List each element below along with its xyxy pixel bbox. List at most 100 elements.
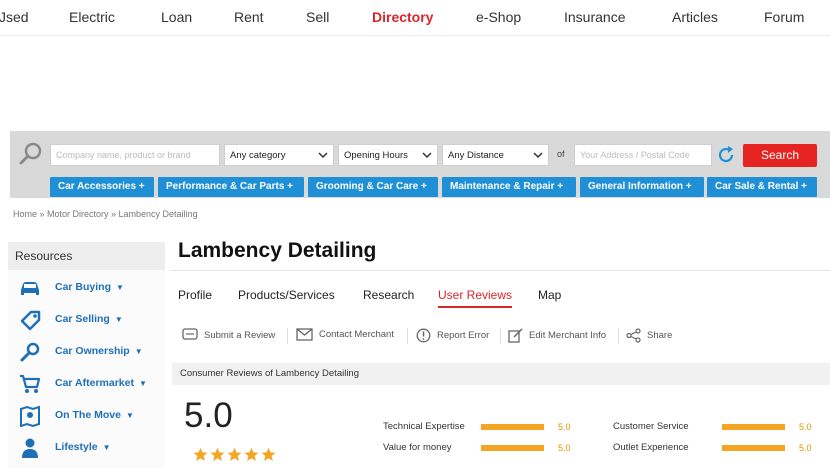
category-car-sale-rental[interactable]: Car Sale & Rental + xyxy=(707,177,817,197)
star-icon xyxy=(261,447,276,461)
metric-value: 5.0 xyxy=(799,422,812,432)
person-icon xyxy=(22,438,38,458)
reviews-heading: Consumer Reviews of Lambency Detailing xyxy=(172,363,830,385)
sidebar-heading: Resources xyxy=(8,242,165,270)
star-icon xyxy=(244,447,259,461)
chevron-down-icon xyxy=(533,152,543,159)
top-navigation: Jsed Electric Loan Rent Sell Directory e… xyxy=(0,0,830,36)
distance-select[interactable]: Any Distance xyxy=(442,144,549,166)
sidebar-item-label: Car Ownership xyxy=(55,345,130,357)
tab-user-reviews[interactable]: User Reviews xyxy=(438,288,513,308)
search-icon xyxy=(19,142,42,165)
metric-label: Customer Service xyxy=(613,421,689,432)
metric-bar xyxy=(722,424,785,430)
sidebar-item-car-selling[interactable]: Car Selling ▼ xyxy=(18,309,163,331)
directory-search-bar: Company name, product or brand Any categ… xyxy=(10,131,830,198)
refresh-icon[interactable] xyxy=(715,144,737,166)
metric-label: Outlet Experience xyxy=(613,442,689,453)
category-car-accessories[interactable]: Car Accessories + xyxy=(50,177,154,197)
page-title: Lambency Detailing xyxy=(178,239,377,262)
divider xyxy=(618,328,619,344)
breadcrumb[interactable]: Home » Motor Directory » Lambency Detail… xyxy=(13,209,198,219)
nav-eshop[interactable]: e-Shop xyxy=(476,9,521,25)
action-label: Edit Merchant Info xyxy=(529,330,607,341)
overall-score: 5.0 xyxy=(184,396,233,435)
nav-insurance[interactable]: Insurance xyxy=(564,9,625,25)
key-icon xyxy=(20,342,40,362)
sidebar-item-on-the-move[interactable]: On The Move ▼ xyxy=(18,405,163,427)
tab-map[interactable]: Map xyxy=(538,288,561,302)
divider xyxy=(287,328,288,344)
edit-merchant-info-button[interactable]: Edit Merchant Info xyxy=(508,328,606,343)
sidebar-item-car-ownership[interactable]: Car Ownership ▼ xyxy=(18,341,163,363)
map-icon xyxy=(20,405,40,427)
metric-value: 5.0 xyxy=(558,422,571,432)
opening-hours-select[interactable]: Opening Hours xyxy=(338,144,438,166)
address-input[interactable]: Your Address / Postal Code xyxy=(574,144,712,166)
metric-bar xyxy=(481,445,544,451)
car-icon xyxy=(21,282,39,295)
sidebar-item-car-buying[interactable]: Car Buying ▼ xyxy=(18,277,163,299)
nav-articles[interactable]: Articles xyxy=(672,9,718,25)
star-icon xyxy=(193,447,208,461)
sidebar-item-label: Car Aftermarket xyxy=(55,377,134,389)
merchant-actions: Submit a Review Contact Merchant Report … xyxy=(170,322,830,352)
nav-loan[interactable]: Loan xyxy=(161,9,192,25)
edit-icon xyxy=(508,328,523,343)
divider xyxy=(500,328,501,344)
search-button[interactable]: Search xyxy=(743,144,817,167)
action-label: Submit a Review xyxy=(204,329,276,341)
nav-forum[interactable]: Forum xyxy=(764,9,804,25)
action-label: Share xyxy=(647,330,673,341)
chevron-down-icon xyxy=(318,152,328,159)
sidebar-item-label: Car Buying xyxy=(55,281,112,293)
comment-icon xyxy=(182,328,198,340)
shopping-cart-icon xyxy=(20,374,41,393)
metric-bar xyxy=(722,445,785,451)
metric-bar xyxy=(481,424,544,430)
star-icon xyxy=(227,447,242,461)
report-error-button[interactable]: Report Error xyxy=(416,328,489,343)
category-select[interactable]: Any category xyxy=(224,144,334,166)
envelope-icon xyxy=(296,328,313,341)
resources-sidebar: Resources Car Buying ▼ Car Selling ▼ Car O… xyxy=(8,242,165,468)
sidebar-item-label: Car Selling xyxy=(55,313,110,325)
category-performance-car-parts[interactable]: Performance & Car Parts + xyxy=(158,177,304,197)
star-icon xyxy=(210,447,225,461)
nav-used[interactable]: Jsed xyxy=(0,9,29,25)
contact-merchant-button[interactable]: Contact Merchant xyxy=(296,328,394,341)
metric-value: 5.0 xyxy=(558,443,571,453)
metric-label: Technical Expertise xyxy=(383,421,465,432)
chevron-down-icon xyxy=(422,152,432,159)
divider xyxy=(407,328,408,344)
nav-directory[interactable]: Directory xyxy=(372,9,433,25)
nav-rent[interactable]: Rent xyxy=(234,9,264,25)
sidebar-item-lifestyle[interactable]: Lifestyle ▼ xyxy=(18,437,163,459)
action-label: Contact Merchant xyxy=(319,329,394,340)
share-icon xyxy=(626,328,641,343)
of-label: of xyxy=(557,149,565,159)
category-select-value: Any category xyxy=(230,150,286,161)
category-maintenance-repair[interactable]: Maintenance & Repair + xyxy=(442,177,576,197)
warning-icon xyxy=(416,328,431,343)
category-grooming-car-care[interactable]: Grooming & Car Care + xyxy=(308,177,438,197)
price-tag-icon xyxy=(20,310,41,331)
sidebar-item-car-aftermarket[interactable]: Car Aftermarket ▼ xyxy=(18,373,163,395)
submit-review-button[interactable]: Submit a Review xyxy=(182,328,275,342)
distance-select-value: Any Distance xyxy=(448,150,504,161)
metric-label: Value for money xyxy=(383,442,452,453)
nav-electric[interactable]: Electric xyxy=(69,9,115,25)
star-rating xyxy=(193,447,276,462)
category-general-information[interactable]: General Information + xyxy=(580,177,704,197)
tab-research[interactable]: Research xyxy=(363,288,414,302)
opening-hours-value: Opening Hours xyxy=(344,150,408,161)
metric-value: 5.0 xyxy=(799,443,812,453)
action-label: Report Error xyxy=(437,330,490,341)
company-search-input[interactable]: Company name, product or brand xyxy=(50,144,220,166)
share-button[interactable]: Share xyxy=(626,328,672,343)
nav-sell[interactable]: Sell xyxy=(306,9,329,25)
tab-products-services[interactable]: Products/Services xyxy=(238,288,335,302)
sidebar-item-label: On The Move xyxy=(55,409,121,421)
tab-profile[interactable]: Profile xyxy=(178,288,212,302)
sidebar-item-label: Lifestyle xyxy=(55,441,98,453)
